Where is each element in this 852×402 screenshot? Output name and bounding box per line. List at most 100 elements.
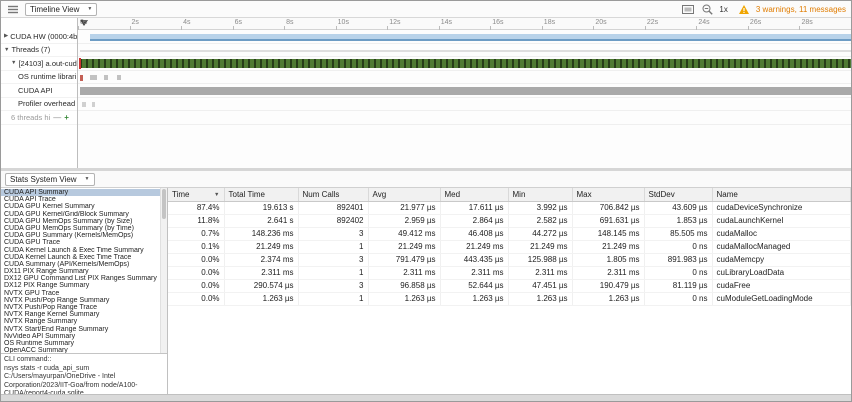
cell-value: 47.451 µs: [508, 279, 572, 292]
cell-value: 3: [298, 253, 368, 266]
ruler-tick-label: 4s: [183, 19, 190, 26]
column-header-total-time[interactable]: Total Time: [224, 188, 298, 201]
timeline-bar[interactable]: [80, 87, 851, 95]
stats-row-cudalaunchkernel[interactable]: 11.8%2.641 s8924022.959 µs2.864 µs2.582 …: [168, 214, 851, 227]
ruler-tick-label: 20s: [595, 19, 606, 26]
tree-item-label: [24103] a.out-cuda: [18, 59, 77, 68]
report-item-nvtx-range-summary[interactable]: NVTX Range Summary: [1, 318, 167, 325]
stats-row-cudamallocmanaged[interactable]: 0.1%21.249 ms121.249 ms21.249 ms21.249 m…: [168, 240, 851, 253]
timeline-lane-cuda-hw-0000-4b[interactable]: [78, 30, 851, 44]
report-item-cuda-api-summary[interactable]: CUDA API Summary: [1, 189, 167, 196]
collapse-threads-button[interactable]: —: [53, 113, 61, 122]
expand-threads-button[interactable]: +: [64, 113, 69, 122]
expand-arrow-icon[interactable]: ▶: [4, 33, 8, 39]
cell-value: 3: [298, 279, 368, 292]
timeline-tree-item-cuda-api[interactable]: CUDA API: [1, 84, 77, 98]
report-item-nvtx-range-kernel-summary[interactable]: NVTX Range Kernel Summary: [1, 311, 167, 318]
stats-row-cudafree[interactable]: 0.0%290.574 µs396.858 µs52.644 µs47.451 …: [168, 279, 851, 292]
timeline-tree-item-os-runtime-librari[interactable]: OS runtime librari: [1, 71, 77, 85]
timeline-bar[interactable]: [80, 75, 83, 81]
collapse-arrow-icon[interactable]: ▼: [11, 60, 16, 66]
report-item-os-runtime-summary[interactable]: OS Runtime Summary: [1, 340, 167, 347]
ruler-tick-label: 8s: [286, 19, 293, 26]
timeline-view-dropdown[interactable]: Timeline View ▼: [25, 3, 97, 16]
cell-value: 85.505 ms: [644, 227, 712, 240]
report-item-nvvideo-api-summary[interactable]: NvVideo API Summary: [1, 333, 167, 340]
timeline-tree-item-threads-7[interactable]: ▼Threads (7): [1, 44, 77, 58]
report-item-nvtx-push-pop-range-trace[interactable]: NVTX Push/Pop Range Trace: [1, 304, 167, 311]
timeline-tree-item-6-threads-hi[interactable]: 6 threads hi—+: [1, 111, 77, 125]
column-header-stddev[interactable]: StdDev: [644, 188, 712, 201]
cell-value: 0.7%: [168, 227, 224, 240]
zoom-out-icon[interactable]: [700, 3, 714, 16]
timeline-bar[interactable]: [117, 75, 121, 80]
reports-panel: CUDA API SummaryCUDA API TraceCUDA GPU K…: [1, 188, 168, 394]
stats-row-cudadevicesynchronize[interactable]: 87.4%19.613 s89240121.977 µs17.611 µs3.9…: [168, 201, 851, 214]
timeline-tree: ▶CUDA HW (0000:4b:▼Threads (7)▼[24103] a…: [1, 18, 78, 168]
timeline-lane-6-threads-hi[interactable]: [78, 111, 851, 125]
timeline-bar[interactable]: [92, 102, 95, 107]
column-header-max[interactable]: Max: [572, 188, 644, 201]
cell-value: 0.0%: [168, 266, 224, 279]
screenshot-icon[interactable]: [681, 3, 695, 16]
stats-row-cudamemcpy[interactable]: 0.0%2.374 ms3791.479 µs443.435 µs125.988…: [168, 253, 851, 266]
timeline-lane-os-runtime-librari[interactable]: [78, 71, 851, 85]
timeline-bar[interactable]: [79, 58, 82, 69]
timeline-bar[interactable]: [80, 50, 851, 52]
stats-toolbar: Stats System View ▼: [1, 171, 851, 188]
report-item-cuda-gpu-kernel-grid-block-summary[interactable]: CUDA GPU Kernel/Grid/Block Summary: [1, 211, 167, 218]
view-menu-icon[interactable]: [6, 3, 20, 16]
timeline-tree-item-cuda-hw-0000-4b[interactable]: ▶CUDA HW (0000:4b:: [1, 30, 77, 44]
reports-scrollbar[interactable]: [160, 188, 167, 353]
timeline-bar[interactable]: [90, 39, 851, 41]
column-header-min[interactable]: Min: [508, 188, 572, 201]
stats-row-cumodulegetloadingmode[interactable]: 0.0%1.263 µs11.263 µs1.263 µs1.263 µs1.2…: [168, 292, 851, 305]
report-item-nvtx-gpu-trace[interactable]: NVTX GPU Trace: [1, 290, 167, 297]
timeline-lane-cuda-api[interactable]: [78, 84, 851, 98]
report-item-dx12-pix-range-summary[interactable]: DX12 PIX Range Summary: [1, 282, 167, 289]
stats-view-label: Stats System View: [10, 175, 77, 184]
report-item-nvtx-start-end-range-summary[interactable]: NVTX Start/End Range Summary: [1, 326, 167, 333]
stats-row-culibraryloaddata[interactable]: 0.0%2.311 ms12.311 ms2.311 ms2.311 ms2.3…: [168, 266, 851, 279]
cell-value: 148.236 ms: [224, 227, 298, 240]
report-item-cuda-kernel-launch-exec-time-summary[interactable]: CUDA Kernel Launch & Exec Time Summary: [1, 247, 167, 254]
collapse-arrow-icon[interactable]: ▼: [4, 47, 9, 53]
scrollbar-thumb[interactable]: [162, 189, 166, 219]
cell-value: 290.574 µs: [224, 279, 298, 292]
timeline-lane-profiler-overhead[interactable]: [78, 98, 851, 112]
report-item-dx12-gpu-command-list-pix-ranges-summary[interactable]: DX12 GPU Command List PIX Ranges Summary: [1, 275, 167, 282]
report-item-nvtx-push-pop-range-summary[interactable]: NVTX Push/Pop Range Summary: [1, 297, 167, 304]
timeline-bar[interactable]: [90, 75, 97, 80]
column-header-med[interactable]: Med: [440, 188, 508, 201]
report-item-cuda-summary-api-kernels-memops[interactable]: CUDA Summary (API/Kernels/MemOps): [1, 261, 167, 268]
column-header-name[interactable]: Name: [712, 188, 851, 201]
column-header-avg[interactable]: Avg: [368, 188, 440, 201]
warnings-link[interactable]: 3 warnings, 11 messages: [756, 5, 846, 14]
column-header-num-calls[interactable]: Num Calls: [298, 188, 368, 201]
report-item-cuda-gpu-kernel-summary[interactable]: CUDA GPU Kernel Summary: [1, 203, 167, 210]
stats-row-cudamalloc[interactable]: 0.7%148.236 ms349.412 ms46.408 µs44.272 …: [168, 227, 851, 240]
timeline-tree-item-24103-a-out-cuda[interactable]: ▼[24103] a.out-cuda: [1, 57, 77, 71]
report-item-cuda-gpu-memops-summary-by-time[interactable]: CUDA GPU MemOps Summary (by Time): [1, 225, 167, 232]
timeline-bar[interactable]: [80, 59, 851, 68]
ruler-tick-label: 24s: [698, 19, 709, 26]
report-item-cuda-gpu-summary-kernels-memops[interactable]: CUDA GPU Summary (Kernels/MemOps): [1, 232, 167, 239]
timeline-lane-24103-a-out-cuda[interactable]: [78, 57, 851, 71]
report-item-cuda-api-trace[interactable]: CUDA API Trace: [1, 196, 167, 203]
report-item-cuda-gpu-memops-summary-by-size[interactable]: CUDA GPU MemOps Summary (by Size): [1, 218, 167, 225]
timeline-ruler[interactable]: 0s2s4s6s8s10s12s14s16s18s20s22s24s26s28s…: [78, 18, 851, 30]
timeline-canvas[interactable]: 0s2s4s6s8s10s12s14s16s18s20s22s24s26s28s…: [78, 18, 851, 168]
timeline-bar[interactable]: [104, 75, 109, 80]
report-item-cuda-kernel-launch-exec-time-trace[interactable]: CUDA Kernel Launch & Exec Time Trace: [1, 254, 167, 261]
report-item-cuda-gpu-trace[interactable]: CUDA GPU Trace: [1, 239, 167, 246]
cell-name: cuLibraryLoadData: [712, 266, 851, 279]
timeline-bar[interactable]: [82, 102, 86, 107]
timeline-tree-item-profiler-overhead[interactable]: Profiler overhead: [1, 98, 77, 112]
timeline-lane-threads-7[interactable]: [78, 44, 851, 58]
stats-view-dropdown[interactable]: Stats System View ▼: [5, 173, 95, 186]
cell-value: 0.0%: [168, 292, 224, 305]
stats-table: Time▼Total TimeNum CallsAvgMedMinMaxStdD…: [168, 188, 851, 306]
report-item-dx11-pix-range-summary[interactable]: DX11 PIX Range Summary: [1, 268, 167, 275]
ruler-tick-label: 18s: [544, 19, 555, 26]
column-header-time[interactable]: Time▼: [168, 188, 224, 201]
